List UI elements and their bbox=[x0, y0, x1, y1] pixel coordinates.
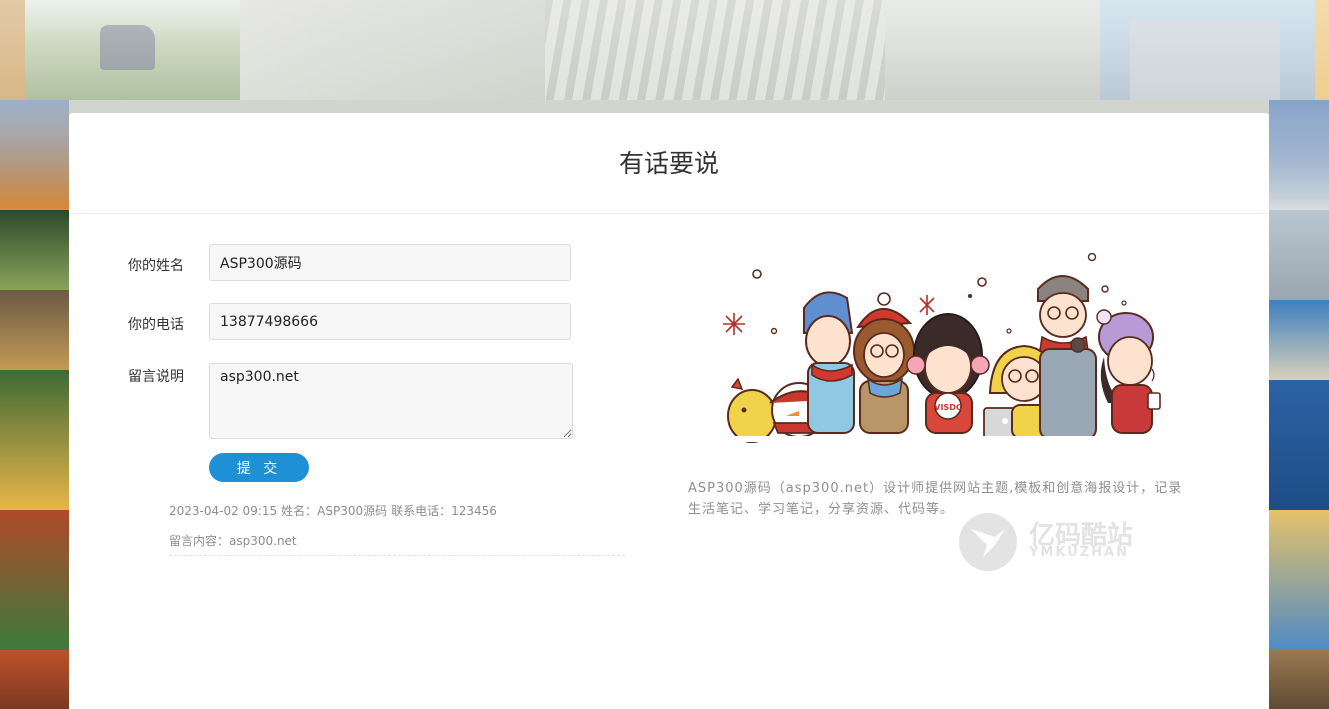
phone-input[interactable] bbox=[209, 303, 571, 340]
watermark-logo: 亿码酷站 YMKUZHAN bbox=[957, 511, 1157, 571]
watermark-subtext: YMKUZHAN bbox=[1029, 545, 1129, 560]
group-cartoon-illustration: VISDC bbox=[722, 253, 1162, 443]
message-content: 留言内容：asp300.net bbox=[169, 534, 297, 548]
submit-button[interactable]: 提 交 bbox=[209, 453, 309, 482]
message-datetime: 2023-04-02 09:15 bbox=[169, 504, 278, 518]
page-title: 有话要说 bbox=[69, 113, 1269, 214]
message-phone: 联系电话：123456 bbox=[391, 504, 497, 518]
name-label: 你的姓名 bbox=[128, 258, 184, 274]
message-card: 有话要说 你的姓名 你的电话 留言说明 asp300.net 提 交 2023-… bbox=[69, 113, 1269, 709]
message-divider bbox=[169, 555, 625, 556]
watermark-icon bbox=[959, 513, 1017, 571]
phone-label: 你的电话 bbox=[128, 317, 184, 333]
name-input[interactable] bbox=[209, 244, 571, 281]
message-label: 留言说明 bbox=[128, 369, 184, 385]
badge-text: VISDC bbox=[934, 403, 962, 412]
message-textarea[interactable]: asp300.net bbox=[209, 363, 573, 439]
message-name: 姓名：ASP300源码 bbox=[281, 504, 388, 518]
message-list-item: 2023-04-02 09:15 姓名：ASP300源码 联系电话：123456 留… bbox=[169, 501, 625, 556]
